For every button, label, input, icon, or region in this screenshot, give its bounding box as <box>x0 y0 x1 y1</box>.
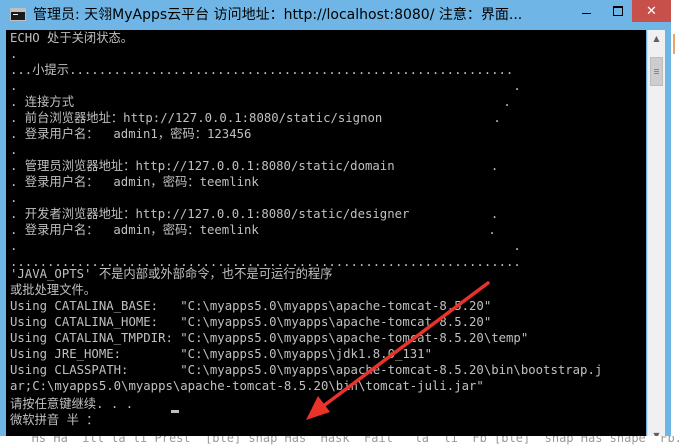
ime-candidate-text: Hs Ha ill la li Prest [ble] shap Has Has… <box>10 436 683 445</box>
title-bar[interactable]: 管理员: 天翎MyApps云平台 访问地址：http://localhost:8… <box>0 0 671 30</box>
scroll-up-icon[interactable]: ▲ <box>648 30 665 47</box>
background-window-edge <box>671 0 683 448</box>
console-line: Using CATALINA_TMPDIR: "C:\myapps5.0\mya… <box>10 331 529 345</box>
window-title: 管理员: 天翎MyApps云平台 访问地址：http://localhost:8… <box>33 7 523 23</box>
console-line: Using CLASSPATH: "C:\myapps5.0\myapps\ap… <box>10 363 603 377</box>
text-cursor <box>171 410 179 413</box>
console-line: ...小提示..................................… <box>10 63 514 77</box>
vertical-scrollbar[interactable]: ▲ ▼ <box>647 30 665 444</box>
maximize-icon <box>612 6 623 16</box>
console-line: . 登录用户名： admin，密码：teemlink <box>10 175 259 189</box>
console-line: . 连接方式 . <box>10 95 511 109</box>
scrollbar-thumb[interactable] <box>650 57 663 86</box>
console-line: . 前台浏览器地址：http://127.0.0.1:8080/static/s… <box>10 111 501 125</box>
console-line: . . <box>10 239 521 253</box>
maximize-button[interactable] <box>603 0 632 22</box>
console-line: . 开发者浏览器地址：http://127.0.0.1:8080/static/… <box>10 207 499 221</box>
minimize-button[interactable] <box>572 0 601 22</box>
console-line: 或批处理文件。 <box>10 283 97 297</box>
ime-candidate-bar: Hs Ha ill la li Prest [ble] shap Has Has… <box>0 436 683 448</box>
ime-status-line: 微软拼音 半 ： <box>10 413 99 427</box>
console-line: 请按任意键继续. . . <box>10 397 134 411</box>
console-line: . 登录用户名： admin，密码：teemlink . <box>10 223 496 237</box>
console-output[interactable]: ECHO 处于关闭状态。 . ...小提示...................… <box>6 30 646 444</box>
console-line: . <box>10 143 18 157</box>
background-window-marker <box>673 34 683 54</box>
close-icon: ✕ <box>646 3 657 19</box>
console-line: . 管理员浏览器地址：http://127.0.0.1:8080/static/… <box>10 159 499 173</box>
console-line: Using CATALINA_HOME: "C:\myapps5.0\myapp… <box>10 315 492 329</box>
console-line: Using CATALINA_BASE: "C:\myapps5.0\myapp… <box>10 299 492 313</box>
console-line: ar;C:\myapps5.0\myapps\apache-tomcat-8.5… <box>10 379 484 393</box>
console-line: . <box>10 191 18 205</box>
console-line: . <box>10 47 18 61</box>
console-line: ECHO 处于关闭状态。 <box>10 31 134 45</box>
minimize-icon <box>582 12 591 14</box>
close-button[interactable]: ✕ <box>632 0 671 22</box>
console-window: 管理员: 天翎MyApps云平台 访问地址：http://localhost:8… <box>0 0 671 448</box>
console-line: . . <box>10 79 521 93</box>
console-icon[interactable] <box>10 8 26 21</box>
console-line: . 登录用户名： admin1，密码：123456 <box>10 127 252 141</box>
console-line: Using JRE_HOME: "C:\myapps5.0\myapps\jdk… <box>10 347 432 361</box>
console-line: 'JAVA_OPTS' 不是内部或外部命令，也不是可运行的程序 <box>10 267 333 281</box>
